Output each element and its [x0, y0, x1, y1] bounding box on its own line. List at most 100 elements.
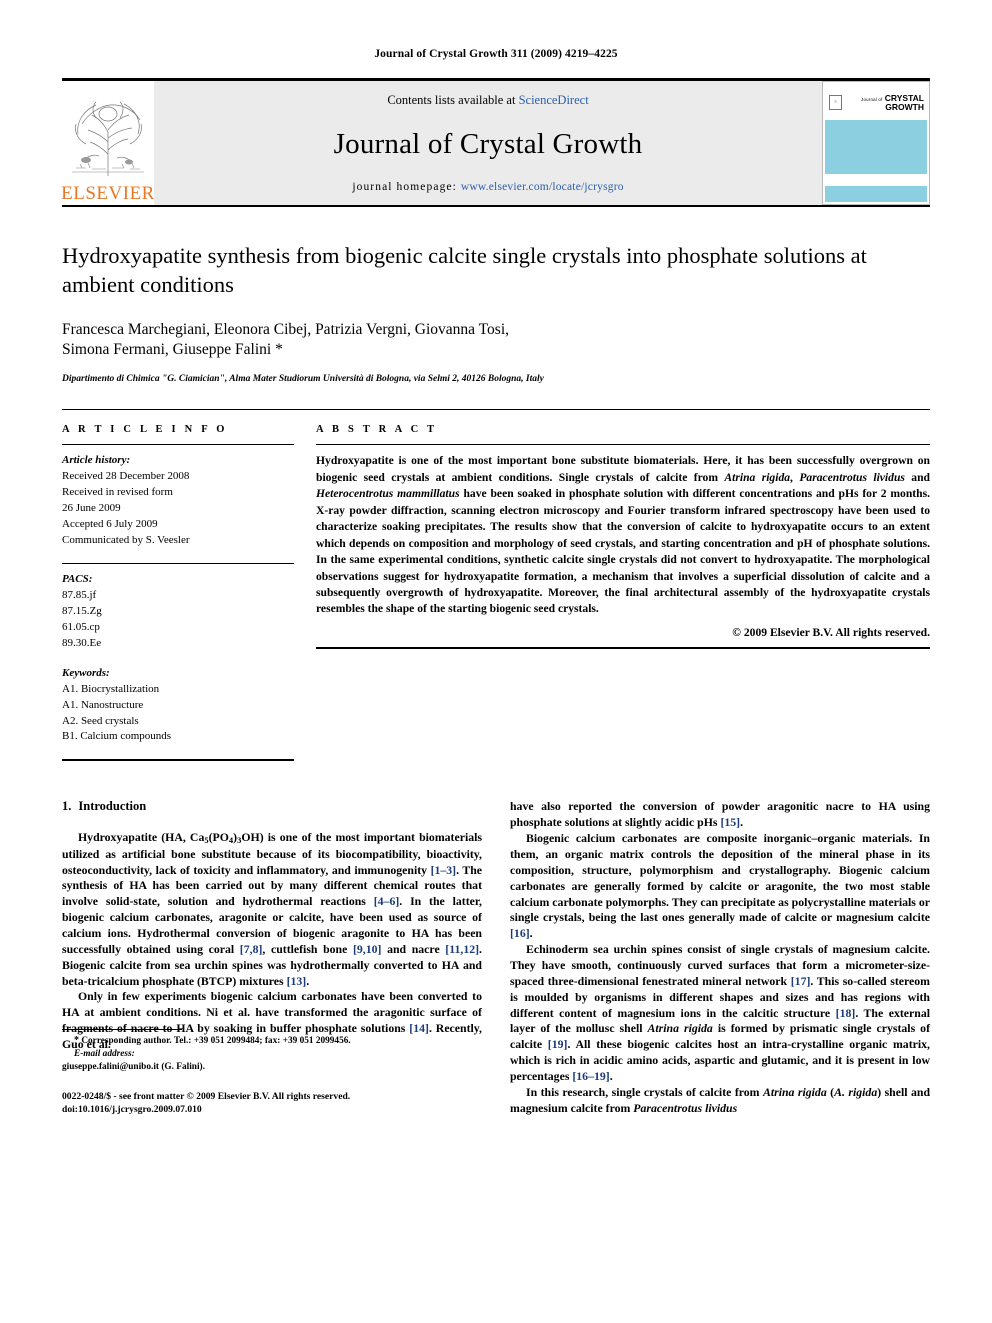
email-link[interactable]: giuseppe.falini@unibo.it (G. Falini). — [62, 1062, 205, 1072]
info-top-rule — [62, 409, 930, 411]
history-item: Communicated by S. Veesler — [62, 534, 190, 547]
corresponding-author-note: * Corresponding author. Tel.: +39 051 20… — [62, 1034, 482, 1073]
abstract-column: A B S T R A C T Hydroxyapatite is one of… — [316, 424, 930, 761]
article-info-heading: A R T I C L E I N F O — [62, 424, 228, 436]
citation-link[interactable]: [7,8] — [240, 942, 263, 956]
footnote-block: * Corresponding author. Tel.: +39 051 20… — [62, 1029, 482, 1116]
section-heading-introduction: 1. Introduction — [62, 799, 482, 814]
citation-link[interactable]: [16–19] — [572, 1069, 609, 1083]
paragraph: In this research, single crystals of cal… — [510, 1085, 930, 1117]
journal-masthead: ELSEVIER Contents lists available at Sci… — [61, 81, 930, 205]
elsevier-wordmark: ELSEVIER — [61, 183, 155, 204]
cover-title-line2: GROWTH — [885, 101, 924, 112]
article-history-group: Article history: Received 28 December 20… — [62, 453, 294, 549]
author-line-2: Simona Fermani, Giuseppe Falini * — [62, 341, 283, 359]
left-column: 1. Introduction Hydroxyapatite (HA, Ca5(P… — [62, 799, 482, 1116]
page-title: Hydroxyapatite synthesis from biogenic c… — [62, 243, 867, 298]
pacs-item: 87.15.Zg — [62, 604, 102, 617]
text-run: Corresponding author. Tel.: +39 051 2099… — [79, 1036, 351, 1047]
contents-available-line: Contents lists available at ScienceDirec… — [387, 93, 588, 108]
title-block: Hydroxyapatite synthesis from biogenic c… — [62, 241, 930, 385]
pacs-label: PACS: — [62, 573, 93, 585]
citation-link[interactable]: [17] — [791, 974, 811, 988]
article-history-label: Article history: — [62, 454, 131, 467]
cover-elsevier-mini-icon: ≡ — [829, 95, 842, 110]
paragraph: Hydroxyapatite (HA, Ca5(PO4)3OH) is one … — [62, 830, 482, 989]
elsevier-logo: ELSEVIER — [61, 81, 155, 205]
pacs-item: 89.30.Ee — [62, 636, 102, 649]
article-info-bottom-rule — [62, 759, 294, 762]
pacs-item: 87.85.jf — [62, 588, 97, 601]
citation-link[interactable]: [19] — [548, 1037, 568, 1051]
issn-line: 0022-0248/$ - see front matter © 2009 El… — [62, 1090, 351, 1102]
species-paracentrotus-lividus: Paracentrotus lividus — [799, 470, 905, 484]
cover-title: Journal of CRYSTAL GROWTH — [845, 93, 924, 112]
text-run: and nacre — [381, 941, 446, 956]
journal-band: Contents lists available at ScienceDirec… — [154, 81, 822, 205]
citation-link[interactable]: [4–6] — [374, 894, 400, 908]
cover-pretitle: Journal of — [861, 96, 883, 102]
pacs-top-rule — [62, 563, 294, 564]
text-run: . — [609, 1068, 613, 1083]
abstract-part: have been soaked in phosphate solution w… — [316, 487, 930, 616]
section-title: Introduction — [78, 799, 147, 814]
masthead-bottom-rule — [62, 205, 930, 207]
citation-link[interactable]: [18] — [836, 1006, 856, 1020]
pacs-item: 61.05.cp — [62, 620, 100, 633]
cover-image-band-2 — [825, 186, 927, 202]
elsevier-tree-icon — [66, 94, 150, 182]
homepage-prefix: journal homepage: — [352, 181, 457, 193]
keywords-group: Keywords: A1. Biocrystallization A1. Nan… — [62, 666, 294, 746]
section-number: 1. — [62, 799, 72, 814]
footnote-rule — [62, 1029, 182, 1031]
author-list: Francesca Marchegiani, Eleonora Cibej, P… — [62, 320, 930, 362]
text-run: In this research, single crystals of cal… — [526, 1084, 763, 1099]
article-info-rule — [62, 444, 294, 446]
doi-line: doi:10.1016/j.jcrysgro.2009.07.010 — [62, 1104, 202, 1116]
article-info-column: A R T I C L E I N F O Article history: R… — [62, 424, 294, 762]
citation-link[interactable]: [13] — [287, 974, 307, 988]
paragraph: Echinoderm sea urchin spines consist of … — [510, 942, 930, 1085]
abstract-part: , — [790, 470, 800, 484]
running-head: Journal of Crystal Growth 311 (2009) 421… — [374, 48, 618, 60]
paper-page: Journal of Crystal Growth 311 (2009) 421… — [0, 0, 992, 1323]
email-label: E-mail address: — [74, 1049, 135, 1060]
species-heterocentrotus-mammillatus: Heterocentrotus mammillatus — [316, 487, 460, 501]
text-run: Hydroxyapatite (HA, Ca — [78, 830, 205, 845]
citation-link[interactable]: [16] — [510, 926, 530, 940]
keyword-item: A2. Seed crystals — [62, 714, 139, 727]
keyword-item: A1. Biocrystallization — [62, 682, 160, 695]
species-a-rigida-short: A. rigida — [834, 1084, 878, 1099]
history-item: Accepted 6 July 2009 — [62, 518, 158, 531]
citation-link[interactable]: [1–3] — [431, 863, 457, 877]
keyword-item: B1. Calcium compounds — [62, 730, 172, 743]
author-line-1: Francesca Marchegiani, Eleonora Cibej, P… — [62, 320, 509, 338]
text-run: , cuttlefish bone — [262, 941, 353, 956]
citation-link[interactable]: [9,10] — [353, 942, 382, 956]
info-abstract-row: A R T I C L E I N F O Article history: R… — [62, 424, 930, 762]
contents-prefix: Contents lists available at — [387, 93, 516, 107]
journal-homepage-line: journal homepage: www.elsevier.com/locat… — [352, 181, 623, 193]
abstract-part: and — [904, 470, 930, 484]
history-item: Received in revised form — [62, 486, 173, 499]
history-item: 26 June 2009 — [62, 502, 121, 515]
species-atrina-rigida: Atrina rigida — [724, 470, 791, 484]
affiliation: Dipartimento di Chimica "G. Ciamician", … — [62, 374, 544, 385]
abstract-bottom-rule — [316, 646, 930, 649]
abstract-rule — [316, 444, 930, 446]
sciencedirect-link[interactable]: ScienceDirect — [519, 93, 589, 107]
body-columns: 1. Introduction Hydroxyapatite (HA, Ca5(P… — [62, 799, 930, 1116]
history-item: Received 28 December 2008 — [62, 470, 190, 483]
citation-link[interactable]: [11,12] — [445, 942, 479, 956]
homepage-link[interactable]: www.elsevier.com/locate/jcrysgro — [461, 181, 624, 193]
species-atrina-rigida: Atrina rigida — [647, 1021, 713, 1036]
journal-cover-thumbnail: ≡ Journal of CRYSTAL GROWTH — [822, 81, 930, 205]
paragraph: Biogenic calcium carbonates are composit… — [510, 831, 930, 942]
species-paracentrotus-lividus: Paracentrotus lividus — [633, 1100, 738, 1115]
paragraph: have also reported the conversion of pow… — [510, 799, 930, 831]
keyword-item: A1. Nanostructure — [62, 698, 144, 711]
issn-copyright-block: 0022-0248/$ - see front matter © 2009 El… — [62, 1090, 482, 1117]
text-run: Biogenic calcium carbonates are composit… — [510, 831, 930, 925]
citation-link[interactable]: [15] — [720, 815, 740, 829]
cover-white-band — [825, 174, 927, 186]
